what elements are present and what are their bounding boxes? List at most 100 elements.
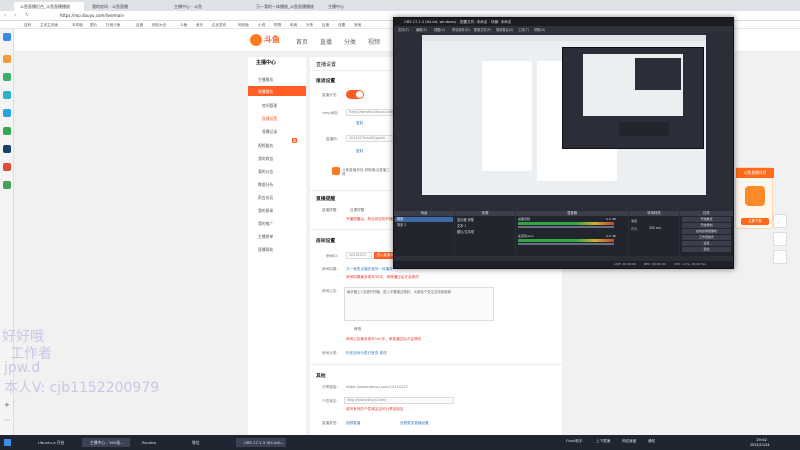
virtual-camera-button[interactable]: 启动虚拟摄像机 — [682, 229, 731, 234]
bookmark[interactable]: 其他 — [354, 22, 361, 28]
app-icon[interactable] — [3, 163, 11, 171]
bookmark[interactable]: 头条 — [306, 22, 313, 28]
reminder-value[interactable]: 设置提醒 — [350, 208, 364, 213]
source-item[interactable]: 显示器 采集 — [457, 217, 474, 222]
start-recording-button[interactable]: 开始录制 — [682, 223, 731, 228]
menu-item-guild[interactable]: 我的公会 — [252, 169, 273, 175]
menu-item-rank[interactable]: 主播榜单 — [252, 234, 273, 240]
bookmark[interactable]: 抖音斗鱼 — [106, 22, 120, 28]
clock-time[interactable]: 19:02 — [756, 437, 767, 442]
obs-menu-item[interactable]: 文件(F) — [398, 27, 409, 32]
companion-promo[interactable]: 斗鱼直播伴侣 立即下载 — [735, 167, 774, 229]
scene-item[interactable]: 场景 — [395, 217, 453, 222]
side-tool-icon[interactable] — [773, 232, 787, 246]
taskbar-item[interactable]: 微信 — [184, 438, 228, 447]
bookmark[interactable]: 企业发布 — [212, 22, 226, 28]
share-link-value[interactable]: https://www.douyu.com/10131227 — [346, 385, 408, 389]
obs-menu-item[interactable]: 视图(V) — [434, 27, 445, 32]
menu-item-live-service[interactable]: 直播服务 — [252, 89, 273, 95]
menu-item-live-record[interactable]: 直播记录 — [252, 129, 277, 135]
menu-item-promo[interactable]: 我的推广 — [252, 221, 273, 227]
settings-button[interactable]: 设置 — [682, 241, 731, 246]
promo-download-button[interactable]: 立即下载 — [741, 218, 769, 225]
custom-domain-input[interactable]: http://www.douyu.com/ — [344, 397, 454, 404]
obs-menu-item[interactable]: 编辑(E) — [416, 27, 427, 32]
copy-code-button[interactable]: 复制 — [356, 149, 363, 154]
menu-item-video[interactable]: 视频服务 — [252, 143, 273, 149]
browser-tab[interactable]: 主播中心 - 斗鱼 — [168, 2, 248, 11]
rtmp-input[interactable]: rtmp://sendfc3.douyu.com/live — [346, 109, 396, 116]
bookmark[interactable]: 主页主页面 — [40, 22, 58, 28]
transition-type[interactable]: 淡出 — [631, 218, 637, 223]
menu-item-members[interactable]: 帮会成员 — [252, 195, 273, 201]
room-notice-textarea[interactable]: 每天晚上7点准时开播，进入不要错过精彩，大家给个关注支持我谢谢 — [344, 287, 494, 321]
obs-menu-item[interactable]: 停靠部件(D) — [452, 27, 470, 32]
bookmark[interactable]: 小说 — [258, 22, 265, 28]
bookmark[interactable]: 百科 — [24, 22, 31, 28]
bookmark[interactable]: 购物 — [274, 22, 281, 28]
nav-video[interactable]: 视频 — [368, 37, 380, 46]
app-icon[interactable] — [3, 127, 11, 135]
site-logo-text[interactable]: 斗鱼 — [264, 34, 280, 45]
taskbar-item[interactable]: OBS 27.1.3 (64-bit)... — [236, 438, 286, 447]
exit-button[interactable]: 退出 — [682, 247, 731, 252]
reload-icon[interactable]: ↻ — [25, 12, 29, 18]
tray-item[interactable]: Flash助手 — [566, 439, 583, 444]
obs-menu-item[interactable]: 帮助(H) — [534, 27, 545, 32]
studio-mode-button[interactable]: 工作室模式 — [682, 235, 731, 240]
mixer-volume-slider[interactable] — [518, 226, 614, 228]
companion-app-icon[interactable] — [332, 167, 340, 175]
side-tool-icon[interactable] — [773, 214, 787, 228]
room-category-value[interactable]: 你还没有分类已登录 修改 — [346, 351, 387, 356]
obs-window[interactable]: OBS 27.1.3 (64-bit, windows) - 配置文件: 未命名… — [393, 17, 734, 269]
add-icon[interactable]: + — [4, 401, 10, 409]
room-notice-edit-button[interactable]: 修改 — [354, 327, 361, 332]
obs-menu-item[interactable]: 工具(T) — [518, 27, 529, 32]
bookmark[interactable]: 设置 — [338, 22, 345, 28]
transition-duration[interactable]: 300 ms — [649, 226, 661, 230]
browser-tab[interactable]: 万一我的一体播放_斗鱼直播播放 — [250, 2, 320, 11]
copy-rtmp-button[interactable]: 复制 — [356, 121, 363, 126]
app-icon[interactable] — [3, 91, 11, 99]
start-icon[interactable] — [4, 439, 11, 446]
browser-tab[interactable]: 我的房间 - 斗鱼直播 — [86, 2, 166, 11]
bookmark[interactable]: 网页版 — [238, 22, 249, 28]
obs-preview[interactable] — [422, 35, 706, 195]
nav-home[interactable]: 首页 — [296, 37, 308, 46]
bookmark[interactable]: 百度 — [322, 22, 329, 28]
scene-item[interactable]: 场景 2 — [395, 223, 453, 228]
app-icon[interactable] — [3, 33, 11, 41]
bookmark[interactable]: 斗鱼 — [180, 22, 187, 28]
taskbar-item[interactable]: Ubuntu-a 开启 — [30, 438, 78, 447]
stream-code-input[interactable]: 1011227rmvXQgwLb — [346, 135, 396, 142]
taskbar-item[interactable]: Recaba — [134, 438, 178, 447]
browser-tab[interactable]: 斗鱼直播后台_斗鱼直播播放 — [14, 2, 84, 11]
tray-item[interactable]: 上下载速 — [596, 439, 610, 444]
more-settings-link[interactable]: 查看更多直播设置 — [400, 421, 429, 426]
douyu-logo-icon[interactable] — [250, 34, 262, 46]
obs-menu-item[interactable]: 场景集合(S) — [496, 27, 513, 32]
room-name-value[interactable]: 万一我的点播扶我的一体播放 — [346, 267, 393, 272]
room-id-input[interactable]: 10131227 — [346, 252, 372, 259]
menu-item-live-settings[interactable]: 直播设置 — [252, 116, 277, 122]
forward-icon[interactable]: › — [14, 12, 16, 19]
source-item[interactable]: 文本 1 — [457, 223, 466, 228]
bookmark[interactable]: 图片 — [90, 22, 97, 28]
tray-item[interactable]: 响应速度 — [622, 439, 636, 444]
nav-category[interactable]: 分类 — [344, 37, 356, 46]
menu-item-anchor-service[interactable]: 主播服务 — [252, 77, 273, 83]
clock-date[interactable]: 2021/11/24 — [750, 443, 770, 447]
more-icon[interactable]: ⋯ — [4, 417, 10, 424]
browser-tab[interactable]: 主播中心 — [322, 2, 392, 11]
url-field[interactable]: https://mp.douyu.com/live/main — [60, 13, 400, 19]
live-type-value[interactable]: 视频直播 — [346, 421, 360, 426]
start-streaming-button[interactable]: 开始推流 — [682, 217, 731, 222]
bookmark[interactable]: 手机版 — [72, 22, 83, 28]
companion-tool-text[interactable]: 斗鱼直播伴侣 获取最近直播工具 — [342, 168, 392, 176]
mixer-volume-slider[interactable] — [518, 243, 614, 245]
nav-live[interactable]: 直播 — [320, 37, 332, 46]
menu-item-income[interactable]: 我的收益 — [252, 156, 273, 162]
app-icon[interactable] — [3, 109, 11, 117]
bookmark[interactable]: 网站大全 — [152, 22, 166, 28]
app-icon[interactable] — [3, 145, 11, 153]
